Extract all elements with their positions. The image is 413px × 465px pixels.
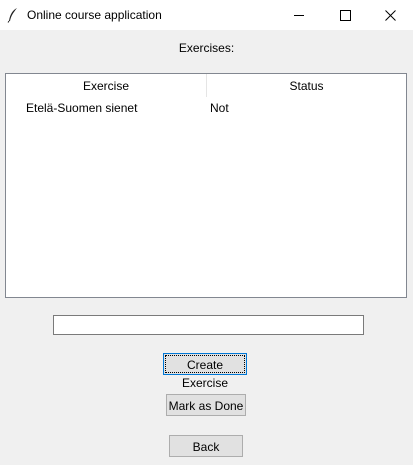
exercises-heading: Exercises: (178, 41, 235, 55)
close-icon (384, 9, 396, 21)
status-cell: Not (210, 101, 229, 115)
maximize-icon (339, 9, 351, 21)
mark-as-done-button[interactable]: Mark as Done (166, 394, 246, 416)
close-button[interactable] (367, 0, 413, 30)
create-exercise-button[interactable]: Create Exercise (163, 353, 247, 390)
minimize-button[interactable] (276, 0, 322, 30)
feather-icon (7, 8, 17, 23)
column-header-status[interactable]: Status (207, 74, 406, 97)
window-title: Online course application (27, 8, 162, 22)
exercise-cell: Etelä-Suomen sienet (26, 101, 138, 115)
title-bar: Online course application (0, 0, 413, 30)
maximize-button[interactable] (322, 0, 368, 30)
exercise-name-input[interactable] (53, 315, 364, 335)
exercise-table[interactable]: Exercise Status Etelä-Suomen sienet Not (5, 73, 407, 298)
minimize-icon (294, 14, 304, 16)
create-exercise-label: Create Exercise (165, 355, 245, 390)
table-header: Exercise Status (6, 74, 406, 97)
back-button[interactable]: Back (169, 435, 243, 457)
table-row[interactable]: Etelä-Suomen sienet Not (6, 99, 406, 117)
column-header-exercise[interactable]: Exercise (6, 74, 207, 97)
